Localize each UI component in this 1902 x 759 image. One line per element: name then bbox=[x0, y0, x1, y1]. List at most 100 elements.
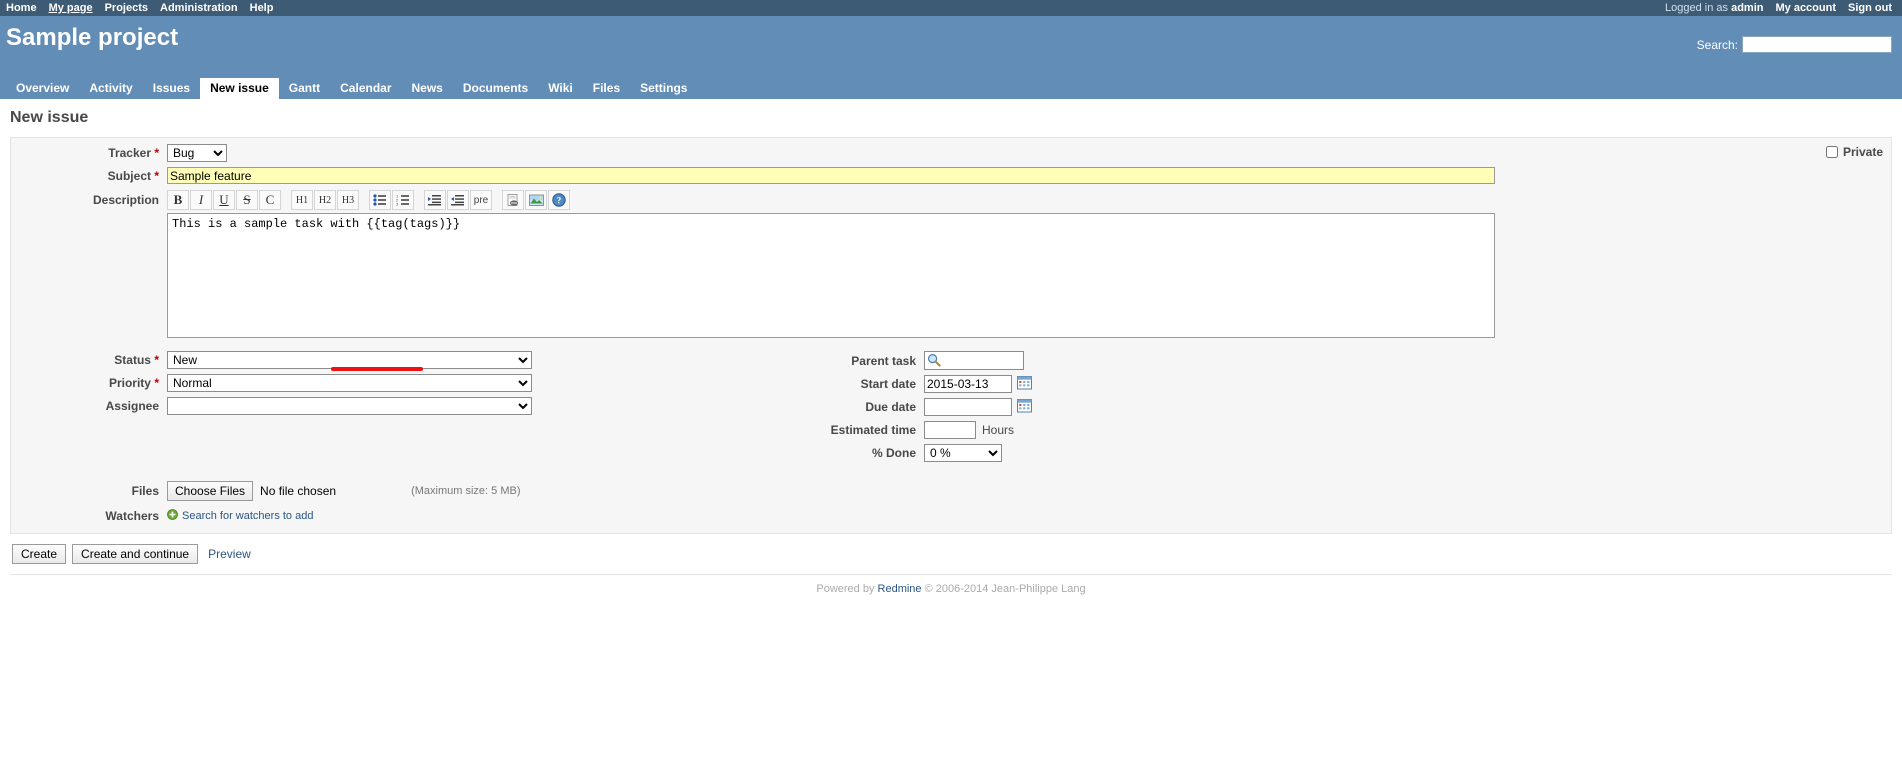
project-title: Sample project bbox=[6, 24, 179, 51]
preview-link[interactable]: Preview bbox=[208, 547, 251, 561]
subject-label-text: Subject bbox=[107, 168, 151, 183]
subject-required-marker: * bbox=[154, 168, 159, 183]
priority-required-marker: * bbox=[154, 376, 159, 390]
start-date-row: Start date bbox=[719, 375, 1239, 393]
indent-icon[interactable] bbox=[424, 190, 446, 210]
tab-calendar[interactable]: Calendar bbox=[330, 78, 401, 99]
logged-in-username: admin bbox=[1731, 2, 1764, 14]
assignee-label: Assignee bbox=[105, 399, 159, 413]
private-checkbox-group: Private bbox=[1825, 145, 1883, 159]
search-input[interactable] bbox=[1742, 36, 1892, 53]
tab-new-issue[interactable]: New issue bbox=[200, 78, 279, 99]
estimated-time-units: Hours bbox=[982, 423, 1015, 437]
priority-label-text: Priority bbox=[108, 376, 151, 390]
preformatted-icon[interactable]: pre bbox=[470, 190, 492, 210]
done-ratio-select[interactable]: 0 %10 %20 %30 %40 %50 %60 %70 %80 %90 %1… bbox=[924, 444, 1002, 462]
top-account-bar: Home My page Projects Administration Hel… bbox=[0, 0, 1902, 16]
files-row: Files Choose Files No file chosen (Maxim… bbox=[19, 481, 1883, 501]
page-title: New issue bbox=[10, 109, 89, 126]
page-footer: Powered by Redmine © 2006-2014 Jean-Phil… bbox=[10, 574, 1892, 595]
strikethrough-icon[interactable]: S bbox=[236, 190, 258, 210]
logged-in-status: Logged in as admin bbox=[1665, 1, 1763, 16]
subject-row: Subject * bbox=[19, 167, 1883, 184]
bold-icon[interactable]: B bbox=[167, 190, 189, 210]
assignee-select[interactable]: admin bbox=[167, 397, 532, 415]
private-label: Private bbox=[1842, 145, 1883, 159]
heading-1-icon[interactable]: H1 bbox=[291, 190, 313, 210]
top-menu-item-home[interactable]: Home bbox=[6, 1, 37, 16]
link-icon[interactable] bbox=[502, 190, 524, 210]
subject-input[interactable] bbox=[167, 167, 1495, 184]
estimated-time-label: Estimated time bbox=[830, 423, 916, 437]
footer-powered-by: Powered by bbox=[816, 583, 875, 595]
heading-3-icon[interactable]: H3 bbox=[337, 190, 359, 210]
tracker-row: Tracker * BugFeatureSupport bbox=[19, 144, 1883, 162]
form-actions: Create Create and continue Preview bbox=[10, 544, 1892, 564]
italic-icon[interactable]: I bbox=[190, 190, 212, 210]
watchers-label: Watchers bbox=[105, 509, 159, 523]
search-watchers-link[interactable]: Search for watchers to add bbox=[182, 510, 313, 522]
parent-task-input[interactable] bbox=[924, 351, 1024, 370]
sign-out-link[interactable]: Sign out bbox=[1848, 1, 1892, 16]
tab-settings[interactable]: Settings bbox=[630, 78, 697, 99]
description-toolbar: B I U S C H1 H2 H3 1 2 3 pre ? bbox=[167, 189, 1883, 211]
start-date-input[interactable] bbox=[924, 375, 1012, 393]
tracker-select[interactable]: BugFeatureSupport bbox=[167, 144, 227, 162]
image-icon[interactable] bbox=[525, 190, 547, 210]
top-menu-left: Home My page Projects Administration Hel… bbox=[6, 1, 273, 16]
create-and-continue-button[interactable]: Create and continue bbox=[72, 544, 199, 564]
due-date-input[interactable] bbox=[924, 398, 1012, 416]
calendar-icon[interactable] bbox=[1017, 375, 1032, 393]
plus-circle-icon[interactable] bbox=[167, 509, 178, 523]
top-menu-item-administration[interactable]: Administration bbox=[160, 1, 238, 16]
description-textarea[interactable] bbox=[167, 213, 1495, 338]
priority-select[interactable]: LowNormalHighUrgentImmediate bbox=[167, 374, 532, 392]
subject-label: Subject * bbox=[19, 169, 167, 183]
estimated-time-input[interactable] bbox=[924, 421, 976, 439]
outdent-icon[interactable] bbox=[447, 190, 469, 210]
top-menu-item-my-page[interactable]: My page bbox=[49, 1, 93, 16]
quick-search: Search: bbox=[1697, 36, 1892, 53]
ordered-list-icon[interactable]: 1 2 3 bbox=[392, 190, 414, 210]
files-label: Files bbox=[131, 484, 159, 498]
description-label: Description bbox=[92, 193, 159, 207]
tab-files[interactable]: Files bbox=[583, 78, 630, 99]
tab-wiki[interactable]: Wiki bbox=[538, 78, 583, 99]
tab-issues[interactable]: Issues bbox=[143, 78, 200, 99]
help-icon[interactable]: ? bbox=[548, 190, 570, 210]
watchers-row: Watchers Search for watchers to add bbox=[19, 509, 1883, 523]
tab-news[interactable]: News bbox=[402, 78, 453, 99]
code-icon[interactable]: C bbox=[259, 190, 281, 210]
footer-copyright: © 2006-2014 Jean-Philippe Lang bbox=[924, 583, 1086, 595]
calendar-icon[interactable] bbox=[1017, 398, 1032, 416]
tab-activity[interactable]: Activity bbox=[79, 78, 142, 99]
tracker-required-marker: * bbox=[154, 146, 159, 160]
choose-files-button[interactable]: Choose Files bbox=[167, 481, 254, 501]
redmine-link[interactable]: Redmine bbox=[878, 583, 922, 595]
svg-text:?: ? bbox=[557, 195, 562, 205]
due-date-label: Due date bbox=[865, 400, 916, 414]
tracker-label: Tracker * bbox=[19, 146, 167, 160]
unordered-list-icon[interactable] bbox=[369, 190, 391, 210]
due-date-row: Due date bbox=[719, 398, 1239, 416]
my-account-link[interactable]: My account bbox=[1775, 1, 1836, 16]
start-date-label: Start date bbox=[860, 377, 916, 391]
top-menu-item-projects[interactable]: Projects bbox=[105, 1, 148, 16]
underline-icon[interactable]: U bbox=[213, 190, 235, 210]
priority-label: Priority * bbox=[19, 376, 167, 390]
create-button[interactable]: Create bbox=[12, 544, 67, 564]
project-tab-bar: Overview Activity Issues New issue Gantt… bbox=[0, 78, 1902, 99]
done-ratio-row: % Done 0 %10 %20 %30 %40 %50 %60 %70 %80… bbox=[719, 444, 1239, 462]
private-checkbox[interactable] bbox=[1825, 146, 1838, 158]
top-menu-item-help[interactable]: Help bbox=[250, 1, 274, 16]
tab-gantt[interactable]: Gantt bbox=[279, 78, 330, 99]
tab-overview[interactable]: Overview bbox=[6, 78, 79, 99]
priority-row: Priority * LowNormalHighUrgentImmediate bbox=[19, 374, 719, 392]
status-label-text: Status bbox=[114, 353, 151, 367]
description-column: B I U S C H1 H2 H3 1 2 3 pre ? This is a… bbox=[167, 189, 1883, 341]
page-header: Sample project Search: bbox=[0, 16, 1902, 78]
tab-documents[interactable]: Documents bbox=[453, 78, 538, 99]
svg-text:3: 3 bbox=[396, 202, 399, 206]
heading-2-icon[interactable]: H2 bbox=[314, 190, 336, 210]
parent-task-wrapper bbox=[924, 351, 1024, 370]
